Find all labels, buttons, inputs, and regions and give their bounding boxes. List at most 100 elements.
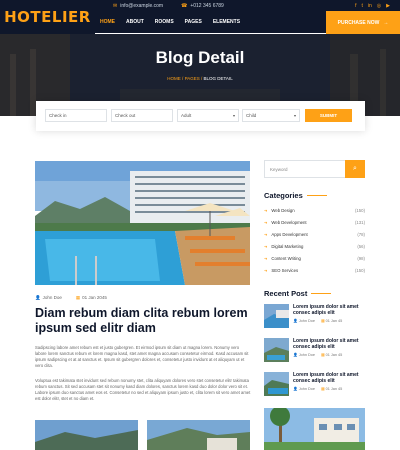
search-button[interactable]: ⌕ bbox=[345, 160, 365, 178]
user-icon: 👤 bbox=[293, 353, 298, 357]
breadcrumb-pages[interactable]: PAGES bbox=[185, 76, 200, 81]
recent-title: Recent Post bbox=[264, 289, 308, 298]
linkedin-icon[interactable]: in bbox=[368, 3, 372, 9]
youtube-icon[interactable]: ▶ bbox=[386, 3, 390, 9]
checkout-placeholder: Check out bbox=[115, 113, 136, 118]
submit-button[interactable]: SUBMIT bbox=[305, 109, 352, 122]
author-name: John Doe bbox=[42, 295, 62, 300]
category-item[interactable]: ➜ Digital Marketing (56) bbox=[264, 244, 365, 249]
recent-post-date: ▦01 Jan 45 bbox=[321, 319, 343, 323]
checkin-field[interactable]: Check in bbox=[45, 109, 107, 122]
top-bar: ✉ info@example.com ☎ +012 345 6789 f t in … bbox=[95, 0, 400, 11]
arrow-right-icon: ➜ bbox=[264, 220, 268, 225]
page-title: Blog Detail bbox=[155, 48, 245, 67]
post-paragraph-1: Sadipscing labore amet rebum est et just… bbox=[35, 345, 249, 368]
main-nav: HOME ABOUT ROOMS PAGES ELEMENTS bbox=[95, 11, 326, 34]
recent-post-title[interactable]: Lorem ipsum dolor sit amet consec adipis… bbox=[293, 338, 365, 350]
email-contact: ✉ info@example.com bbox=[113, 3, 163, 9]
logo-text: HOTELIER bbox=[4, 8, 91, 26]
checkout-field[interactable]: Check out bbox=[111, 109, 173, 122]
category-count: (150) bbox=[354, 268, 365, 273]
gallery-image-1 bbox=[35, 420, 138, 450]
social-links: f t in ◎ ▶ bbox=[355, 3, 390, 9]
recent-post-title[interactable]: Lorem ipsum dolor sit amet consec adipis… bbox=[293, 372, 365, 384]
arrow-right-icon: ➜ bbox=[264, 244, 268, 249]
recent-post-date: ▦01 Jan 45 bbox=[321, 353, 343, 357]
chevron-down-icon: ▾ bbox=[232, 113, 235, 118]
category-name: Digital Marketing bbox=[271, 244, 304, 249]
category-item[interactable]: ➜ Web Design (150) bbox=[264, 208, 365, 213]
post-author[interactable]: 👤 John Doe bbox=[35, 295, 62, 301]
date-text: 01 Jan 2045 bbox=[82, 295, 107, 300]
brand-logo[interactable]: HOTELIER bbox=[0, 0, 95, 34]
arrow-right-icon: → bbox=[383, 19, 389, 26]
recent-post-item[interactable]: Lorem ipsum dolor sit amet consec adipis… bbox=[264, 372, 365, 398]
breadcrumb: HOME / PAGES / BLOG DETAIL bbox=[167, 76, 233, 81]
nav-home[interactable]: HOME bbox=[100, 19, 115, 25]
sidebar-image bbox=[264, 408, 365, 450]
breadcrumb-home[interactable]: HOME bbox=[167, 76, 181, 81]
post-date: ▦ 01 Jan 2045 bbox=[76, 295, 107, 301]
nav-about[interactable]: ABOUT bbox=[126, 19, 144, 25]
gallery-image-2 bbox=[147, 420, 250, 450]
post-meta: 👤 John Doe ▦ 01 Jan 2045 bbox=[35, 295, 107, 301]
phone-text: +012 345 6789 bbox=[190, 2, 224, 9]
email-text: info@example.com bbox=[120, 2, 164, 9]
arrow-right-icon: ➜ bbox=[264, 268, 268, 273]
twitter-icon[interactable]: t bbox=[361, 3, 362, 9]
categories-heading: Categories bbox=[264, 191, 327, 200]
category-item[interactable]: ➜ Content Writing (98) bbox=[264, 256, 365, 261]
recent-post-thumbnail bbox=[264, 338, 289, 362]
category-name: Web Development bbox=[271, 220, 307, 225]
category-count: (78) bbox=[357, 232, 365, 237]
calendar-icon: ▦ bbox=[321, 319, 325, 323]
category-item[interactable]: ➜ SEO Services (150) bbox=[264, 268, 365, 273]
post-title: Diam rebum diam clita rebum lorem ipsum … bbox=[35, 306, 248, 335]
nav-elements[interactable]: ELEMENTS bbox=[213, 19, 240, 25]
purchase-label: PURCHASE NOW bbox=[337, 19, 380, 26]
category-item[interactable]: ➜ Web Development (131) bbox=[264, 220, 365, 225]
recent-post-date: ▦01 Jan 45 bbox=[321, 387, 343, 391]
category-name: SEO Services bbox=[271, 268, 299, 273]
category-count: (56) bbox=[357, 244, 365, 249]
category-name: Content Writing bbox=[271, 256, 301, 261]
recent-post-author: 👤John Doe bbox=[293, 319, 315, 323]
recent-post-heading: Recent Post bbox=[264, 289, 332, 298]
search-icon: ⌕ bbox=[353, 165, 357, 172]
category-count: (98) bbox=[357, 256, 365, 261]
recent-post-item[interactable]: Lorem ipsum dolor sit amet consec adipis… bbox=[264, 304, 365, 330]
recent-post-thumbnail bbox=[264, 304, 289, 328]
recent-post-thumbnail bbox=[264, 372, 289, 396]
child-value: Child bbox=[246, 113, 257, 118]
categories-title: Categories bbox=[264, 191, 303, 200]
purchase-now-button[interactable]: PURCHASE NOW → bbox=[326, 11, 400, 34]
arrow-right-icon: ➜ bbox=[264, 208, 268, 213]
adult-value: Adult bbox=[181, 113, 192, 118]
category-name: Apps Development bbox=[271, 232, 308, 237]
category-count: (131) bbox=[354, 220, 365, 225]
category-name: Web Design bbox=[271, 208, 295, 213]
calendar-icon: ▦ bbox=[75, 295, 81, 300]
arrow-right-icon: ➜ bbox=[264, 232, 268, 237]
child-select[interactable]: Child ▾ bbox=[242, 109, 300, 122]
user-icon: 👤 bbox=[293, 387, 298, 391]
adult-select[interactable]: Adult ▾ bbox=[177, 109, 239, 122]
chevron-down-icon: ▾ bbox=[293, 113, 296, 118]
phone-contact: ☎ +012 345 6789 bbox=[181, 3, 224, 9]
blog-main-image bbox=[35, 161, 250, 285]
calendar-icon: ▦ bbox=[321, 353, 325, 357]
breadcrumb-current: BLOG DETAIL bbox=[203, 76, 233, 81]
arrow-right-icon: ➜ bbox=[264, 256, 268, 261]
recent-post-author: 👤John Doe bbox=[293, 387, 315, 391]
checkin-placeholder: Check in bbox=[49, 113, 67, 118]
recent-post-item[interactable]: Lorem ipsum dolor sit amet consec adipis… bbox=[264, 338, 365, 364]
nav-pages-dropdown[interactable]: PAGES bbox=[185, 19, 202, 25]
post-paragraph-2: Voluptua est takimata stet invidunt sed … bbox=[35, 378, 251, 401]
category-count: (150) bbox=[354, 208, 365, 213]
recent-post-title[interactable]: Lorem ipsum dolor sit amet consec adipis… bbox=[293, 304, 365, 316]
facebook-icon[interactable]: f bbox=[355, 3, 356, 9]
category-item[interactable]: ➜ Apps Development (78) bbox=[264, 232, 365, 237]
phone-icon: ☎ bbox=[181, 2, 188, 9]
nav-rooms[interactable]: ROOMS bbox=[155, 19, 174, 25]
instagram-icon[interactable]: ◎ bbox=[377, 3, 381, 9]
